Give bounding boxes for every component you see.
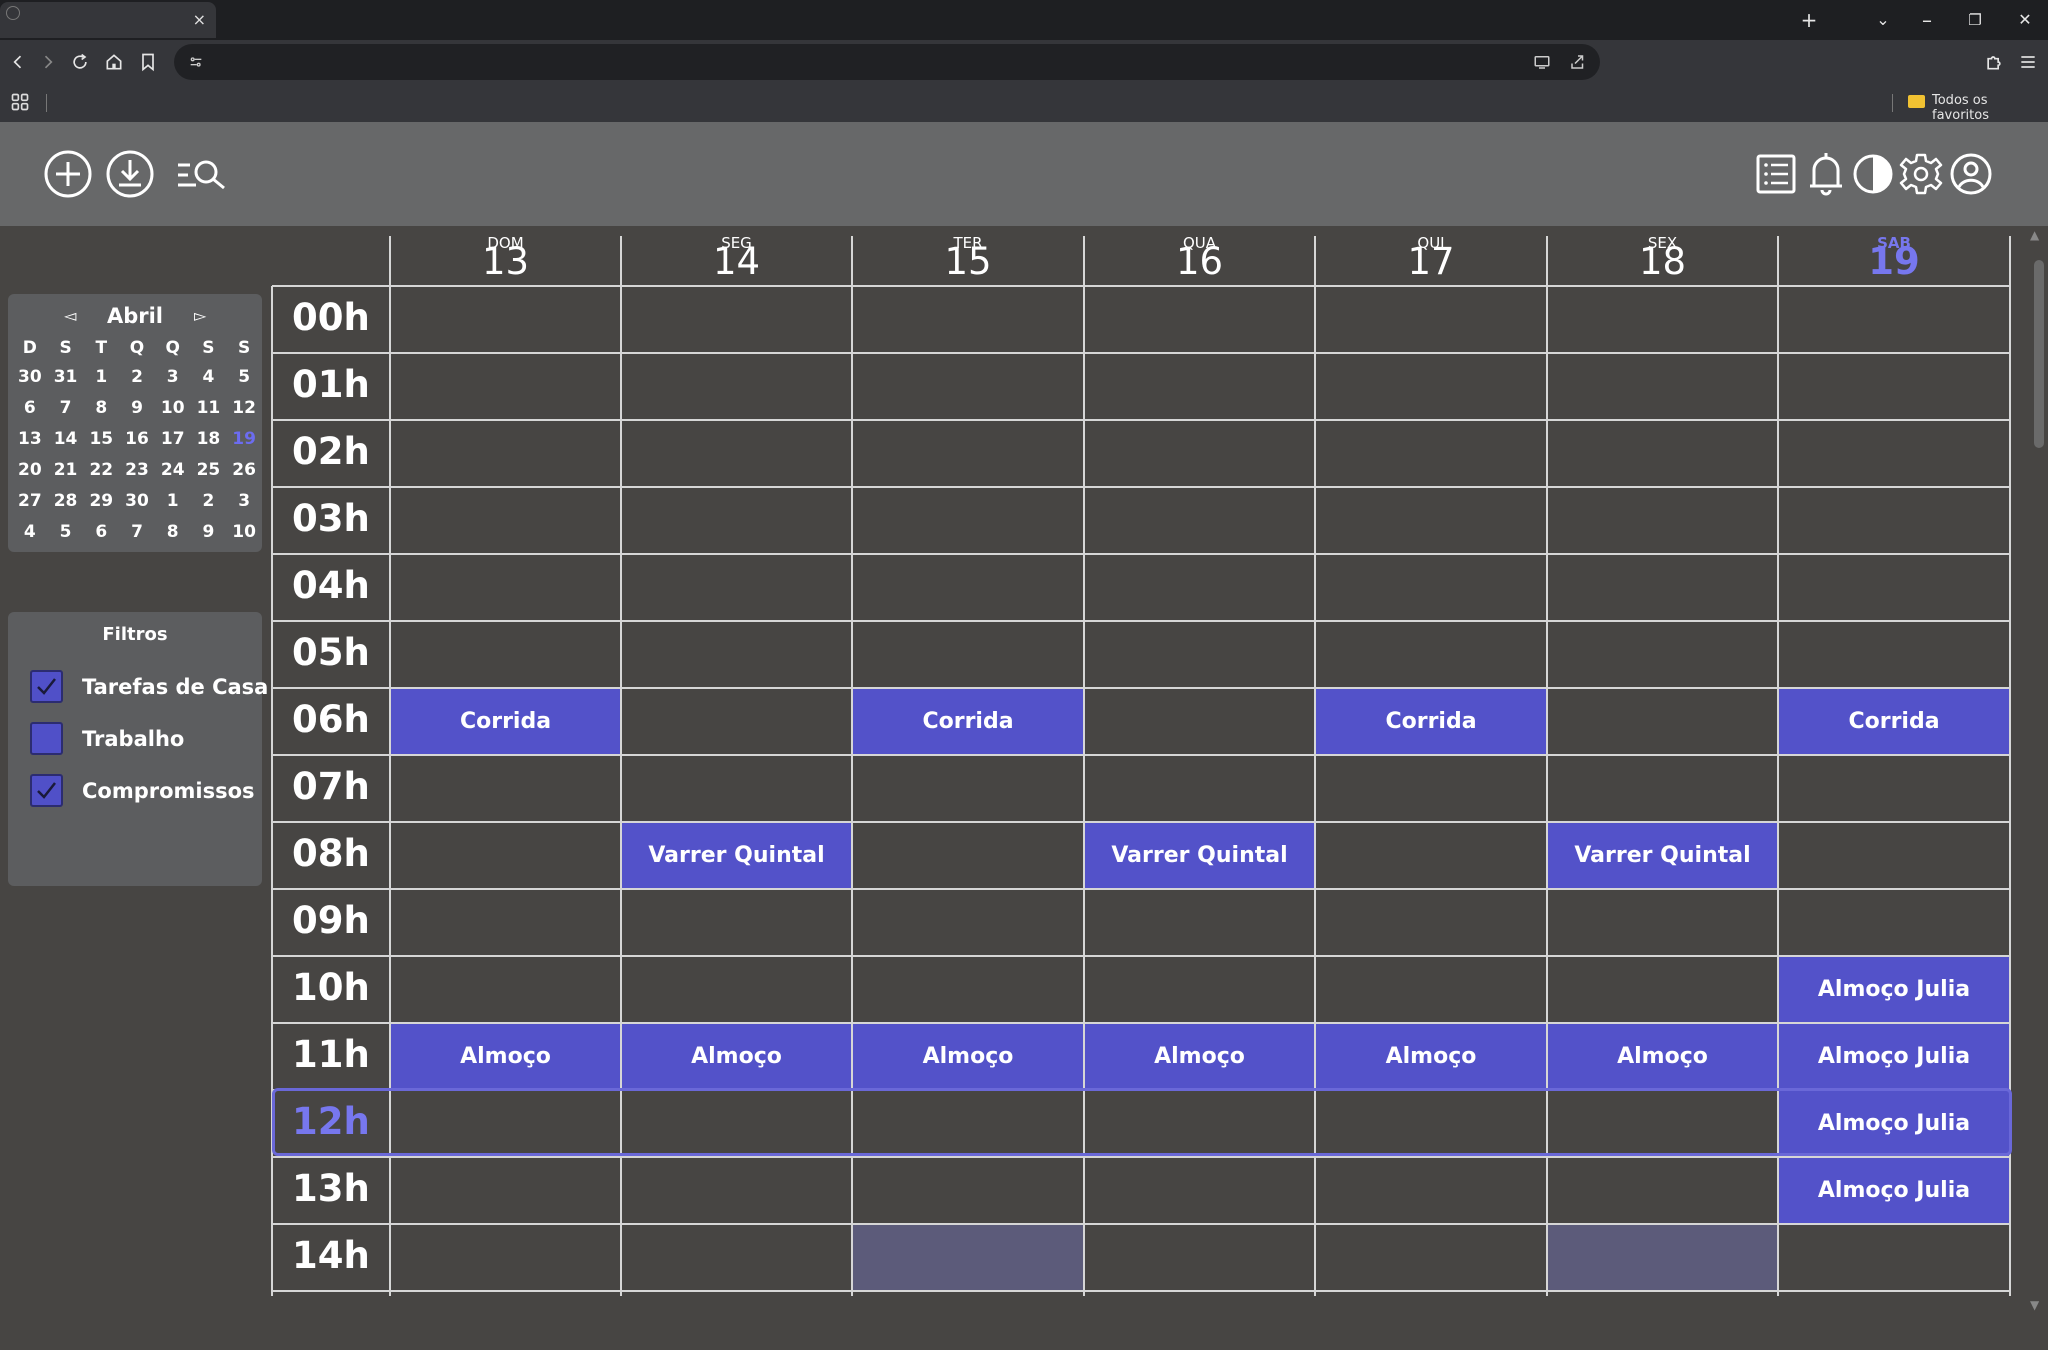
- restore-button[interactable]: ❐: [1960, 6, 1990, 34]
- hour-label: 05h: [292, 631, 370, 674]
- hour-label: 06h: [292, 698, 370, 741]
- bookmarks-bar: Todos os favoritos: [0, 84, 2048, 123]
- bookmark-icon[interactable]: [134, 48, 162, 76]
- grid-row-line: [272, 754, 2010, 756]
- grid-row-line: [272, 888, 2010, 890]
- menu-icon[interactable]: [2014, 48, 2042, 76]
- event-block[interactable]: Almoço Julia: [1779, 1158, 2009, 1223]
- day-header[interactable]: SEG 14: [621, 226, 852, 286]
- scrollbar-thumb[interactable]: [2034, 260, 2044, 448]
- grid-row-line: [272, 419, 2010, 421]
- scroll-down-arrow[interactable]: ▼: [2030, 1298, 2039, 1312]
- hour-label: 03h: [292, 497, 370, 540]
- day-header-date: 14: [712, 240, 761, 283]
- event-block[interactable]: Almoço Julia: [1779, 957, 2009, 1022]
- day-header-date: 17: [1407, 240, 1455, 283]
- event-block[interactable]: Corrida: [1779, 689, 2009, 754]
- week-view: DOM 13 SEG 14 TER 15 QUA 16 QUI 17 SEX 18 SAB 19 00h 01…: [0, 226, 2048, 1350]
- hour-label: 00h: [292, 296, 370, 339]
- hour-label: 09h: [292, 899, 370, 942]
- event-block[interactable]: Almoço: [853, 1024, 1083, 1089]
- back-icon[interactable]: [4, 48, 32, 76]
- day-header[interactable]: SEX 18: [1547, 226, 1778, 286]
- event-block[interactable]: Corrida: [391, 689, 620, 754]
- event-block[interactable]: Almoço: [391, 1024, 620, 1089]
- extensions-icon[interactable]: [1980, 48, 2008, 76]
- cast-icon[interactable]: [1528, 48, 1556, 76]
- event-block[interactable]: Almoço: [1085, 1024, 1314, 1089]
- event-block[interactable]: Almoço: [1316, 1024, 1546, 1089]
- download-circle-icon[interactable]: [104, 148, 156, 200]
- hour-label: 11h: [292, 1033, 370, 1076]
- filter-search-icon[interactable]: [174, 148, 230, 200]
- app-toolbar: [0, 122, 2048, 226]
- hour-label: 04h: [292, 564, 370, 607]
- event-block[interactable]: Corrida: [853, 689, 1083, 754]
- grid-row-line: [272, 1290, 2010, 1292]
- highlighted-slot[interactable]: [1548, 1225, 1777, 1290]
- scroll-up-arrow[interactable]: ▲: [2030, 228, 2039, 242]
- event-block[interactable]: Almoço: [1548, 1024, 1777, 1089]
- gear-icon[interactable]: [1898, 148, 1944, 200]
- share-icon[interactable]: [1564, 48, 1592, 76]
- browser-nav-bar: [0, 40, 2048, 84]
- day-header-date: 16: [1175, 240, 1224, 283]
- hour-label: 13h: [292, 1167, 370, 1210]
- hour-label: 14h: [292, 1234, 370, 1277]
- grid-row-line: [272, 285, 2010, 287]
- grid-row-line: [272, 352, 2010, 354]
- contrast-icon[interactable]: [1850, 148, 1896, 200]
- day-header-date: 19: [1868, 240, 1920, 283]
- grid-row-line: [272, 553, 2010, 555]
- event-block[interactable]: Almoço Julia: [1779, 1024, 2009, 1089]
- apps-grid-icon[interactable]: [10, 92, 30, 117]
- day-header[interactable]: QUA 16: [1084, 226, 1315, 286]
- user-icon[interactable]: [1948, 148, 1994, 200]
- all-bookmarks-folder[interactable]: Todos os favoritos: [1932, 93, 2048, 123]
- day-header-date: 13: [481, 240, 530, 283]
- event-block[interactable]: Corrida: [1316, 689, 1546, 754]
- event-block[interactable]: Varrer Quintal: [1548, 823, 1777, 888]
- grid-row-line: [272, 620, 2010, 622]
- add-circle-icon[interactable]: [42, 148, 94, 200]
- day-header[interactable]: DOM 13: [390, 226, 621, 286]
- bookmarks-separator: [1892, 94, 1893, 112]
- new-tab-button[interactable]: +: [1794, 6, 1824, 34]
- bookmarks-separator: [46, 94, 47, 112]
- browser-tab[interactable]: ×: [0, 2, 216, 38]
- hour-label: 01h: [292, 363, 370, 406]
- event-block[interactable]: Varrer Quintal: [622, 823, 851, 888]
- event-block[interactable]: Almoço: [622, 1024, 851, 1089]
- day-header[interactable]: SAB 19: [1778, 226, 2010, 286]
- grid-row-line: [272, 486, 2010, 488]
- hour-label: 02h: [292, 430, 370, 473]
- day-header-date: 18: [1638, 240, 1687, 283]
- grid-row-line: [272, 955, 2010, 957]
- browser-tab-bar: × + ⌄ – ❐ ✕: [0, 0, 2048, 40]
- tab-close-icon[interactable]: ×: [193, 10, 206, 29]
- grid-row-line: [272, 1156, 2010, 1158]
- forward-icon[interactable]: [34, 48, 62, 76]
- hour-label: 08h: [292, 832, 370, 875]
- reload-icon[interactable]: [66, 48, 94, 76]
- current-hour-indicator: [272, 1088, 2012, 1156]
- day-header-date: 15: [944, 240, 992, 283]
- home-icon[interactable]: [100, 48, 128, 76]
- address-bar[interactable]: [174, 44, 1600, 80]
- tab-search-icon[interactable]: ⌄: [1868, 6, 1898, 34]
- list-icon[interactable]: [1752, 148, 1800, 200]
- event-block[interactable]: Varrer Quintal: [1085, 823, 1314, 888]
- minimize-button[interactable]: –: [1912, 6, 1942, 34]
- day-header[interactable]: QUI 17: [1315, 226, 1547, 286]
- bell-icon[interactable]: [1804, 148, 1848, 200]
- highlighted-slot[interactable]: [853, 1225, 1083, 1290]
- folder-icon: [1908, 95, 1925, 108]
- hour-label: 07h: [292, 765, 370, 808]
- window-close-button[interactable]: ✕: [2010, 6, 2040, 34]
- site-info-icon[interactable]: [182, 48, 210, 76]
- tab-favicon-icon: [6, 6, 20, 20]
- hour-label: 10h: [292, 966, 370, 1009]
- day-header[interactable]: TER 15: [852, 226, 1084, 286]
